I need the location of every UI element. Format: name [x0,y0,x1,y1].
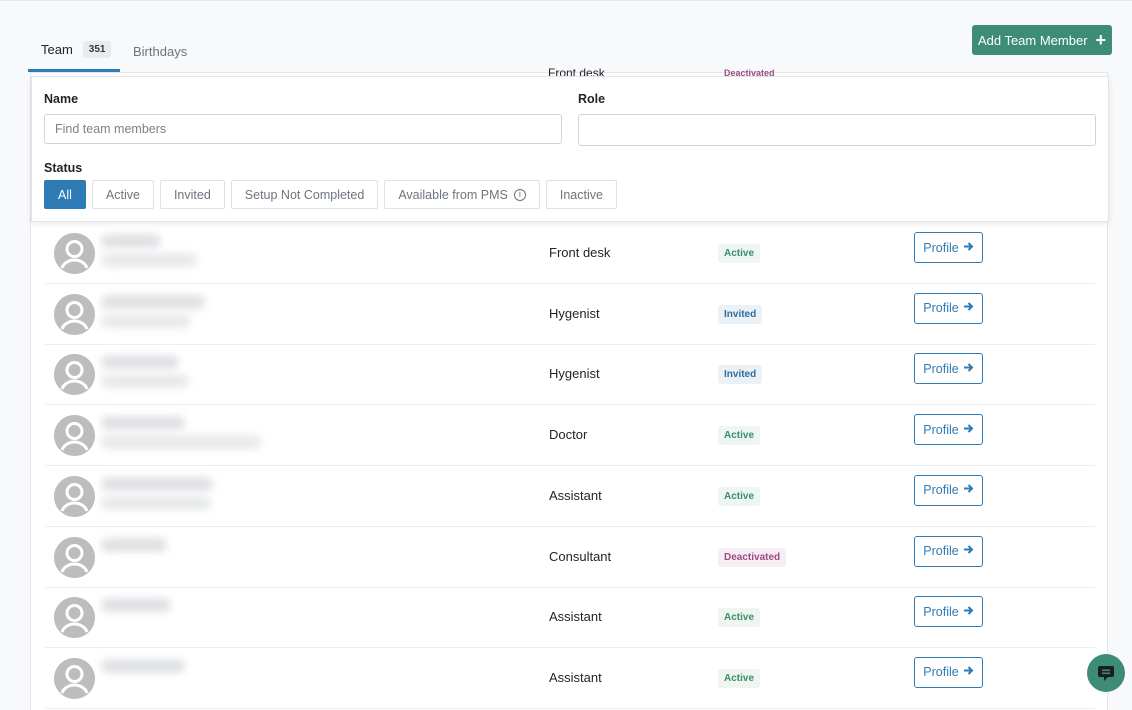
name-filter-label: Name [44,92,79,106]
profile-button[interactable]: Profile [914,292,983,324]
status-available-from-pms-label: Available from PMS [398,187,508,202]
add-team-member-label: Add Team Member [977,32,1088,48]
status-badge: Invited [718,365,763,385]
status-badge: Active [718,426,761,446]
status-badge: Active [718,244,761,263]
profile-button-label: Profile [923,544,959,558]
arrow-right-icon [963,605,974,619]
member-name-redacted [101,355,179,370]
avatar-icon [54,354,95,396]
tab-team-label: Team [41,42,73,57]
arrow-right-icon [963,665,974,679]
status-badge: Active [718,608,761,628]
status-badge: Invited [718,304,763,324]
profile-button[interactable]: Profile [914,414,983,446]
profile-button[interactable]: Profile [914,596,983,628]
status-available-from-pms-button[interactable]: Available from PMS i [384,180,540,209]
member-row: Hygenist Invited Profile [45,344,1095,406]
info-icon[interactable]: i [513,188,526,201]
avatar-icon [54,475,95,517]
member-role: Front desk [549,245,611,260]
member-email-redacted [101,253,197,267]
member-email-redacted [101,374,189,389]
plus-icon: + [1095,30,1107,50]
profile-button-label: Profile [923,240,959,255]
status-filter-group: All Active Invited Setup Not Completed A… [44,180,617,209]
profile-button-label: Profile [923,483,959,498]
member-row: Consultant Deactivated Profile [45,527,1095,588]
status-filter-label: Status [44,161,83,175]
status-badge: Active [718,668,761,688]
arrow-right-icon [963,483,974,497]
arrow-right-icon [963,241,974,255]
status-inactive-button[interactable]: Inactive [545,180,617,209]
member-email-redacted [101,313,191,328]
profile-button[interactable]: Profile [914,535,983,567]
profile-button[interactable]: Profile [914,474,983,506]
tab-birthdays[interactable]: Birthdays [120,32,200,70]
profile-button-label: Profile [923,301,959,316]
member-role: Hygenist [549,305,600,321]
arrow-right-icon [963,301,974,315]
member-email-redacted [101,495,211,510]
member-name-redacted [101,476,213,491]
member-email-redacted [101,435,261,450]
profile-button-label: Profile [923,361,959,376]
member-row: Assistant Active Profile [45,587,1095,649]
avatar-icon [54,597,95,639]
member-role: Consultant [549,548,612,564]
avatar-icon [54,233,95,274]
avatar-icon [54,293,95,335]
member-role: Hygenist [549,366,600,382]
role-filter-label: Role [578,92,606,106]
tab-bar: Team 351 Birthdays [28,32,200,72]
member-name-redacted [101,416,185,431]
arrow-right-icon [963,362,974,376]
member-row: Assistant Active Profile [45,466,1095,527]
tab-team[interactable]: Team 351 [28,32,120,72]
role-select[interactable] [578,114,1096,146]
avatar-icon [54,536,95,578]
profile-button[interactable]: Profile [914,353,983,385]
status-badge: Active [718,486,761,506]
profile-button-label: Profile [923,604,959,619]
member-name-redacted [101,598,171,613]
top-divider [0,0,1132,1]
member-row: Front desk Active Profile [45,223,1095,284]
member-role: Assistant [549,669,602,685]
profile-button[interactable]: Profile [914,232,983,263]
chat-icon [1098,666,1114,681]
member-row: Doctor Active Profile [45,405,1095,467]
arrow-right-icon [963,544,974,558]
status-setup-not-completed-button[interactable]: Setup Not Completed [230,180,379,209]
name-search-input[interactable] [44,114,562,144]
add-team-member-button[interactable]: Add Team Member + [972,25,1112,55]
chat-launcher-button[interactable] [1087,654,1125,692]
profile-button[interactable]: Profile [914,656,983,688]
avatar-icon [54,657,95,699]
team-count-badge: 351 [82,41,112,58]
status-invited-button[interactable]: Invited [159,180,225,209]
profile-button-label: Profile [923,422,959,437]
status-badge: Deactivated [718,547,787,567]
member-name-redacted [101,537,167,552]
member-role: Assistant [549,609,602,625]
arrow-right-icon [963,423,974,437]
profile-button-label: Profile [923,665,959,680]
member-name-redacted [101,658,185,673]
filter-panel: Name Role Status All Active Invited Setu… [31,76,1109,222]
status-active-button[interactable]: Active [91,180,154,209]
tab-birthdays-label: Birthdays [133,43,188,59]
status-all-button[interactable]: All [44,180,86,209]
avatar-icon [54,415,95,457]
member-name-redacted [101,234,161,248]
member-role: Doctor [549,427,588,443]
member-row: Assistant Active Profile [45,648,1095,709]
member-role: Assistant [549,487,602,503]
member-row: Hygenist Invited Profile [45,284,1095,345]
member-name-redacted [101,294,205,309]
